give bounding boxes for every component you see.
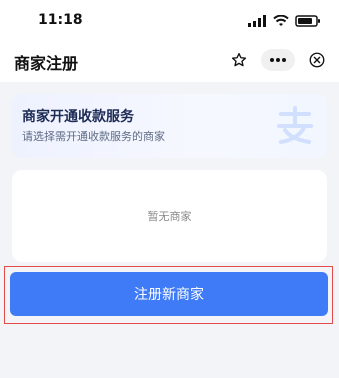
merchant-service-banner: 商家开通收款服务 请选择需开通收款服务的商家 <box>12 94 327 158</box>
status-icons <box>247 12 321 31</box>
wifi-icon <box>273 12 289 31</box>
battery-icon <box>295 12 321 31</box>
status-time: 11:18 <box>38 12 83 28</box>
star-outline-icon[interactable] <box>227 48 251 72</box>
page-title: 商家注册 <box>14 54 79 73</box>
status-bar: 11:18 <box>0 0 339 40</box>
more-icon[interactable] <box>261 49 295 71</box>
signal-icon <box>247 12 267 31</box>
nav-actions <box>227 48 329 72</box>
close-circle-icon[interactable] <box>305 48 329 72</box>
alipay-watermark-icon <box>271 102 319 154</box>
banner-subtitle: 请选择需开通收款服务的商家 <box>22 130 165 143</box>
navigation-bar: 商家注册 <box>0 40 339 82</box>
register-merchant-button[interactable]: 注册新商家 <box>10 272 328 316</box>
merchant-list-card: 暂无商家 <box>12 170 327 262</box>
empty-state-text: 暂无商家 <box>147 210 192 223</box>
banner-title: 商家开通收款服务 <box>22 109 134 125</box>
